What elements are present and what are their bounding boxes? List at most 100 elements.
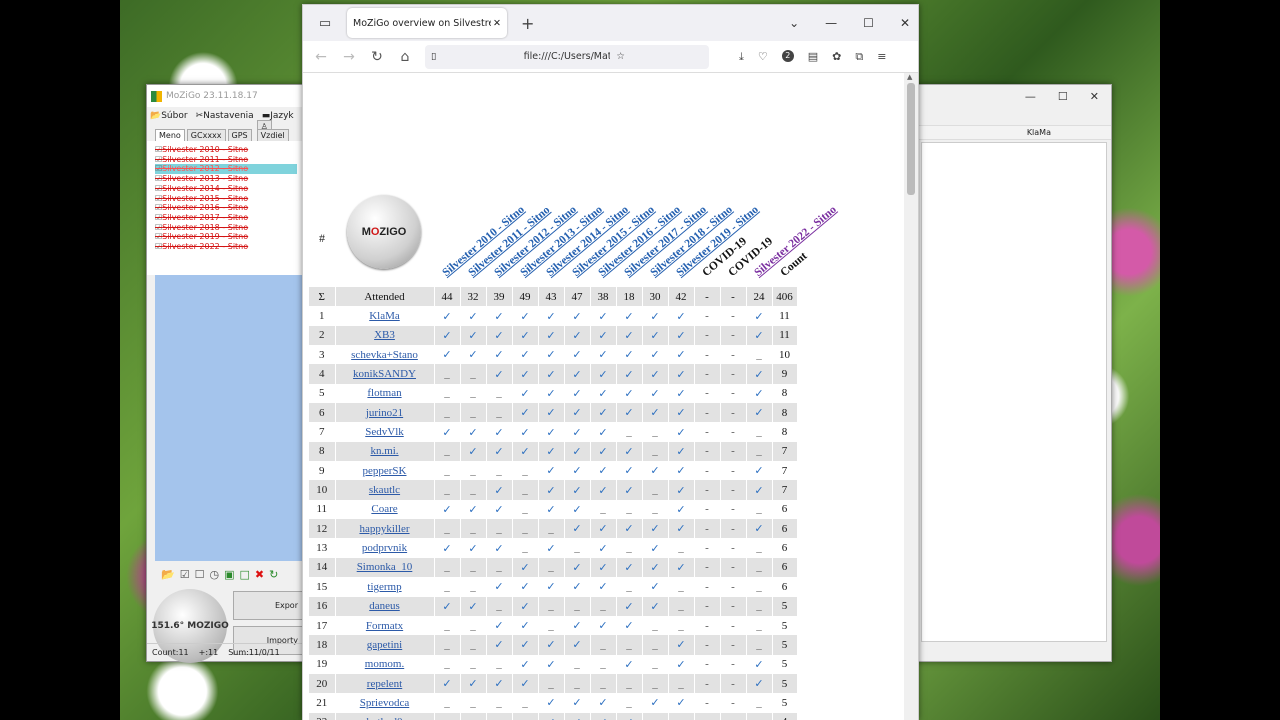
- attendance-cell[interactable]: ✓: [564, 306, 591, 326]
- tab-close-icon[interactable]: ✕: [493, 18, 501, 29]
- tab-list-icon[interactable]: ▭: [303, 16, 347, 31]
- attendance-cell[interactable]: ✓: [538, 635, 565, 655]
- attendance-cell[interactable]: ✓: [668, 345, 695, 365]
- attendance-cell[interactable]: ✓: [512, 364, 539, 384]
- attendance-cell[interactable]: ✓: [538, 577, 565, 597]
- attendance-cell[interactable]: ✓: [616, 557, 643, 578]
- attendance-cell[interactable]: ✓: [616, 325, 643, 346]
- attendance-cell[interactable]: ✓: [616, 441, 643, 462]
- event-list-item[interactable]: Silvester 2018 - Sitno: [155, 223, 297, 233]
- attendance-cell[interactable]: ✓: [642, 596, 669, 616]
- attendance-cell[interactable]: ✓: [486, 577, 513, 597]
- attendance-cell[interactable]: ✓: [486, 364, 513, 384]
- player-link[interactable]: XB3: [335, 325, 435, 346]
- attendance-cell[interactable]: ✓: [616, 712, 643, 720]
- attendance-cell[interactable]: ✓: [590, 383, 617, 404]
- profile-badge[interactable]: 2: [781, 49, 794, 62]
- attendance-cell[interactable]: ✓: [668, 403, 695, 423]
- close-icon[interactable]: ✕: [1090, 90, 1099, 103]
- attendance-cell[interactable]: ✓: [668, 480, 695, 500]
- attendance-cell[interactable]: ✓: [434, 538, 461, 558]
- attendance-cell[interactable]: ✓: [434, 306, 461, 326]
- attendance-cell[interactable]: ✓: [538, 345, 565, 365]
- menu-icon[interactable]: ≡: [877, 50, 886, 64]
- tab-vzdiel[interactable]: ♙ Vzdiel: [254, 120, 305, 141]
- attendance-cell[interactable]: ✓: [564, 499, 591, 520]
- browser-tab[interactable]: MoZiGo overview on Silvestre na Sitne ✕: [347, 8, 507, 38]
- player-link[interactable]: Simonka_10: [335, 557, 435, 578]
- player-link[interactable]: skautlc: [335, 480, 435, 500]
- attendance-cell[interactable]: ✓: [512, 345, 539, 365]
- attendance-cell[interactable]: ✓: [590, 364, 617, 384]
- player-link[interactable]: konikSANDY: [335, 364, 435, 384]
- bookmark-star-icon[interactable]: ☆: [616, 51, 703, 62]
- attendance-cell[interactable]: ✓: [486, 422, 513, 442]
- event-list-item-selected[interactable]: Silvester 2012 - Sitno: [155, 164, 297, 175]
- attendance-cell[interactable]: ✓: [616, 461, 643, 481]
- player-link[interactable]: gapetini: [335, 635, 435, 655]
- attendance-cell[interactable]: ✓: [642, 557, 669, 578]
- clock-icon[interactable]: ◷: [209, 568, 219, 581]
- attendance-cell[interactable]: ✓: [512, 422, 539, 442]
- attendance-cell[interactable]: ✓: [746, 325, 773, 346]
- attendance-cell[interactable]: ✓: [512, 673, 539, 694]
- attendance-cell[interactable]: ✓: [590, 480, 617, 500]
- menu-nastavenia[interactable]: ✂Nastavenia: [196, 111, 254, 121]
- attendance-cell[interactable]: ✓: [746, 364, 773, 384]
- attendance-cell[interactable]: ✓: [590, 538, 617, 558]
- attendance-cell[interactable]: ✓: [668, 654, 695, 674]
- attendance-cell[interactable]: ✓: [590, 325, 617, 346]
- player-link[interactable]: botkod0: [335, 712, 435, 720]
- attendance-cell[interactable]: ✓: [746, 673, 773, 694]
- attendance-cell[interactable]: ✓: [668, 499, 695, 520]
- attendance-cell[interactable]: ✓: [564, 615, 591, 636]
- attendance-cell[interactable]: ✓: [616, 403, 643, 423]
- attendance-cell[interactable]: ✓: [668, 557, 695, 578]
- player-link[interactable]: jurino21: [335, 403, 435, 423]
- player-link[interactable]: Sprievodca: [335, 693, 435, 713]
- attendance-cell[interactable]: ✓: [538, 693, 565, 713]
- attendance-cell[interactable]: ✓: [512, 383, 539, 404]
- attendance-cell[interactable]: ✓: [746, 306, 773, 326]
- home-icon[interactable]: ⌂: [397, 49, 413, 65]
- delete-icon[interactable]: ✖: [255, 568, 264, 581]
- attendance-cell[interactable]: ✓: [668, 441, 695, 462]
- green-box-icon[interactable]: □: [239, 568, 249, 581]
- attendance-cell[interactable]: ✓: [538, 712, 565, 720]
- back-icon[interactable]: ←: [313, 49, 329, 65]
- attendance-cell[interactable]: ✓: [486, 480, 513, 500]
- attendance-cell[interactable]: ✓: [746, 403, 773, 423]
- attendance-cell[interactable]: ✓: [460, 325, 487, 346]
- attendance-cell[interactable]: ✓: [512, 306, 539, 326]
- attendance-cell[interactable]: ✓: [538, 480, 565, 500]
- attendance-cell[interactable]: ✓: [746, 519, 773, 539]
- player-link[interactable]: repelent: [335, 673, 435, 694]
- tab-gcxxxx[interactable]: GCxxxx: [186, 129, 226, 141]
- extension-icon[interactable]: ✿: [832, 50, 841, 64]
- attendance-cell[interactable]: ✓: [538, 403, 565, 423]
- attendance-cell[interactable]: ✓: [460, 422, 487, 442]
- uncheck-icon[interactable]: ☐: [195, 568, 205, 581]
- chevron-down-icon[interactable]: ⌄: [789, 16, 799, 30]
- attendance-cell[interactable]: ✓: [590, 557, 617, 578]
- attendance-cell[interactable]: ✓: [668, 461, 695, 481]
- refresh-icon[interactable]: ↻: [269, 568, 278, 581]
- download-icon[interactable]: ⤓: [739, 50, 744, 64]
- pocket-icon[interactable]: ♡: [758, 50, 768, 64]
- attendance-cell[interactable]: ✓: [564, 712, 591, 720]
- attendance-cell[interactable]: ✓: [564, 577, 591, 597]
- attendance-cell[interactable]: ✓: [668, 693, 695, 713]
- attendance-cell[interactable]: ✓: [512, 615, 539, 636]
- attendance-cell[interactable]: ✓: [460, 538, 487, 558]
- attendance-cell[interactable]: ✓: [512, 557, 539, 578]
- attendance-cell[interactable]: ✓: [616, 306, 643, 326]
- attendance-cell[interactable]: ✓: [616, 519, 643, 539]
- attendance-cell[interactable]: ✓: [486, 538, 513, 558]
- attendance-cell[interactable]: ✓: [668, 364, 695, 384]
- check-all-icon[interactable]: ▣: [224, 568, 234, 581]
- container-icon[interactable]: ▤: [808, 50, 818, 64]
- event-list-item[interactable]: Silvester 2022 - Sitno: [155, 242, 297, 252]
- attendance-cell[interactable]: ✓: [538, 325, 565, 346]
- player-link[interactable]: KlaMa: [335, 306, 435, 326]
- player-link[interactable]: schevka+Stano: [335, 345, 435, 365]
